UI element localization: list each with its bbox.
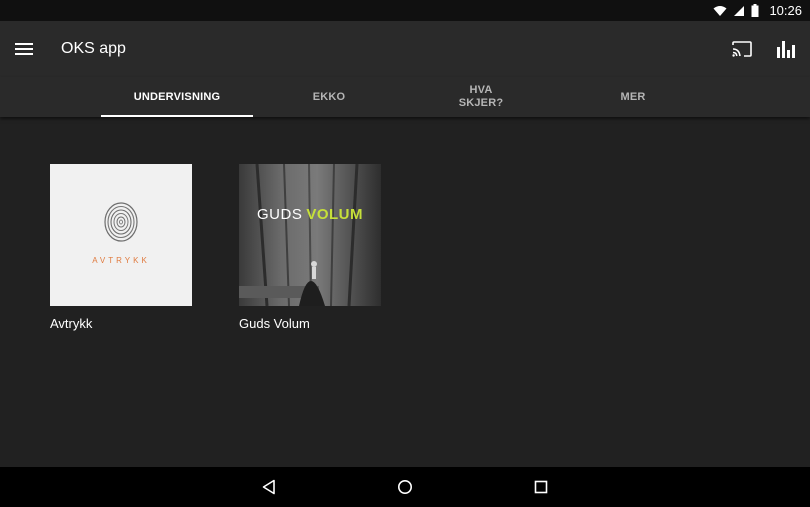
album-caption: Guds Volum: [239, 316, 310, 331]
tab-ekko[interactable]: EKKO: [253, 77, 405, 117]
home-button[interactable]: [393, 475, 417, 499]
equalizer-icon: [777, 41, 795, 58]
tab-mer[interactable]: MER: [557, 77, 709, 117]
cast-button[interactable]: [722, 29, 762, 69]
signal-icon: [734, 5, 745, 16]
home-icon: [398, 480, 412, 494]
cast-icon: [732, 41, 752, 57]
tab-label: MER: [620, 90, 646, 103]
recents-icon: [534, 480, 548, 494]
battery-icon: [751, 4, 759, 17]
tab-label: UNDERVISNING: [133, 90, 221, 103]
wifi-icon: [713, 5, 727, 16]
tab-hva-skjer[interactable]: HVA SKJER?: [405, 77, 557, 117]
navigation-bar: [0, 467, 810, 507]
back-icon: [262, 479, 275, 495]
menu-icon: [15, 43, 33, 55]
fingerprint-icon: [104, 202, 138, 242]
tab-undervisning[interactable]: UNDERVISNING: [101, 77, 253, 117]
recents-button[interactable]: [529, 475, 553, 499]
status-bar: 10:26: [0, 0, 810, 21]
album-cover-title: AVTRYKK: [92, 256, 150, 265]
back-button[interactable]: [257, 475, 281, 499]
tab-label: HVA SKJER?: [458, 84, 504, 109]
equalizer-button[interactable]: [766, 29, 806, 69]
album-card-guds-volum[interactable]: GUDS VOLUM Guds Volum: [239, 164, 381, 331]
album-cover-avtrykk[interactable]: AVTRYKK: [50, 164, 192, 306]
album-card-avtrykk[interactable]: AVTRYKK Avtrykk: [50, 164, 192, 331]
album-cover-title: GUDS VOLUM: [256, 206, 363, 223]
menu-button[interactable]: [0, 25, 48, 73]
tree-trunk-image: [239, 164, 359, 306]
tab-bar: UNDERVISNING EKKO HVA SKJER? MER: [0, 77, 810, 117]
album-cover-guds-volum[interactable]: GUDS VOLUM: [239, 164, 381, 306]
status-time: 10:26: [769, 3, 802, 18]
app-bar: OKS app: [0, 21, 810, 77]
album-caption: Avtrykk: [50, 316, 93, 331]
album-grid: AVTRYKK Avtrykk GUDS VOLUM Guds Volum: [0, 117, 810, 467]
app-title: OKS app: [61, 40, 126, 57]
tab-label: EKKO: [312, 90, 346, 103]
